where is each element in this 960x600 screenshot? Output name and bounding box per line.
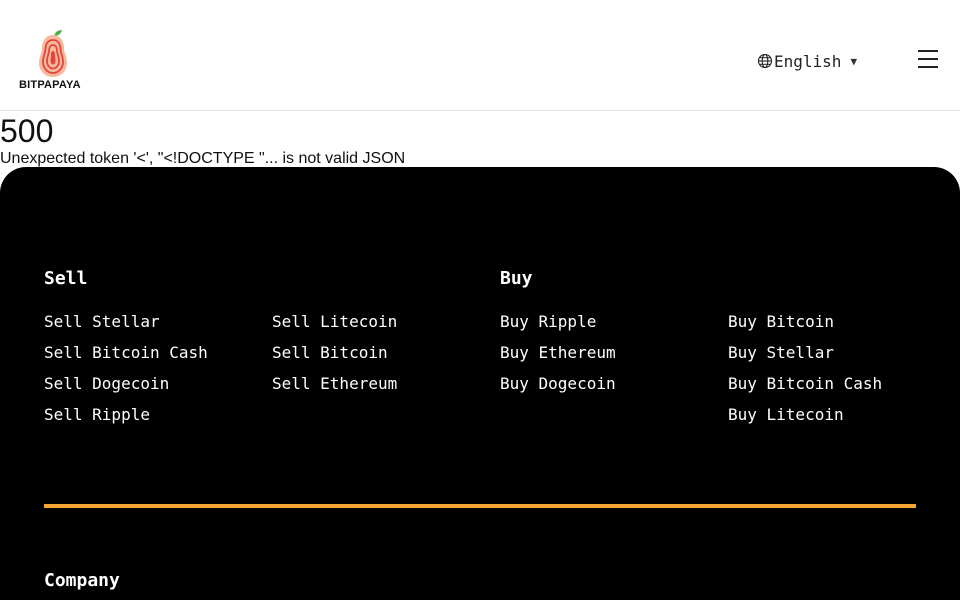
sell-links-column-1: Sell Stellar Sell Bitcoin Cash Sell Doge…: [44, 312, 208, 436]
sell-link[interactable]: Sell Stellar: [44, 312, 160, 331]
sell-link[interactable]: Sell Ethereum: [272, 374, 397, 393]
list-item: Buy Ethereum: [500, 343, 616, 374]
buy-link[interactable]: Buy Litecoin: [728, 405, 844, 424]
globe-icon: [757, 53, 773, 69]
sell-link[interactable]: Sell Litecoin: [272, 312, 397, 331]
site-header: BITPAPAYA English ▼: [0, 0, 960, 111]
list-item: Buy Bitcoin: [728, 312, 882, 343]
sell-link[interactable]: Sell Bitcoin: [272, 343, 388, 362]
brand-logo[interactable]: BITPAPAYA: [19, 28, 93, 92]
buy-links-column-2: Buy Bitcoin Buy Stellar Buy Bitcoin Cash…: [728, 312, 882, 436]
list-item: Sell Ethereum: [272, 374, 397, 405]
list-item: Buy Stellar: [728, 343, 882, 374]
list-item: Buy Dogecoin: [500, 374, 616, 405]
site-footer: Sell Sell Stellar Sell Bitcoin Cash Sell…: [0, 167, 960, 600]
sell-links-column-2: Sell Litecoin Sell Bitcoin Sell Ethereum: [272, 312, 397, 405]
sell-link[interactable]: Sell Bitcoin Cash: [44, 343, 208, 362]
list-item: Sell Dogecoin: [44, 374, 208, 405]
error-message: Unexpected token '<', "<!DOCTYPE "... is…: [0, 150, 406, 167]
language-label: English: [774, 51, 842, 71]
error-code: 500: [0, 113, 54, 149]
buy-links-column-1: Buy Ripple Buy Ethereum Buy Dogecoin: [500, 312, 616, 405]
list-item: Sell Bitcoin Cash: [44, 343, 208, 374]
sell-link[interactable]: Sell Ripple: [44, 405, 150, 424]
list-item: Buy Litecoin: [728, 405, 882, 436]
list-item: Buy Bitcoin Cash: [728, 374, 882, 405]
sell-link[interactable]: Sell Dogecoin: [44, 374, 169, 393]
list-item: Sell Ripple: [44, 405, 208, 436]
buy-link[interactable]: Buy Bitcoin: [728, 312, 834, 331]
brand-name: BITPAPAYA: [19, 79, 81, 91]
list-item: Buy Ripple: [500, 312, 616, 343]
buy-link[interactable]: Buy Ripple: [500, 312, 596, 331]
hamburger-menu-icon[interactable]: [918, 50, 938, 70]
list-item: Sell Litecoin: [272, 312, 397, 343]
papaya-logo-icon: [39, 30, 67, 77]
error-content: 500 Unexpected token '<', "<!DOCTYPE "..…: [0, 113, 405, 168]
buy-link[interactable]: Buy Bitcoin Cash: [728, 374, 882, 393]
sell-section-title: Sell: [44, 268, 88, 289]
list-item: Sell Stellar: [44, 312, 208, 343]
language-selector[interactable]: English ▼: [757, 50, 857, 72]
buy-link[interactable]: Buy Ethereum: [500, 343, 616, 362]
buy-section-title: Buy: [500, 268, 533, 289]
list-item: Sell Bitcoin: [272, 343, 397, 374]
buy-link[interactable]: Buy Dogecoin: [500, 374, 616, 393]
company-section-title: Company: [44, 570, 120, 591]
footer-divider: [44, 504, 916, 508]
buy-link[interactable]: Buy Stellar: [728, 343, 834, 362]
caret-down-icon: ▼: [850, 54, 858, 68]
